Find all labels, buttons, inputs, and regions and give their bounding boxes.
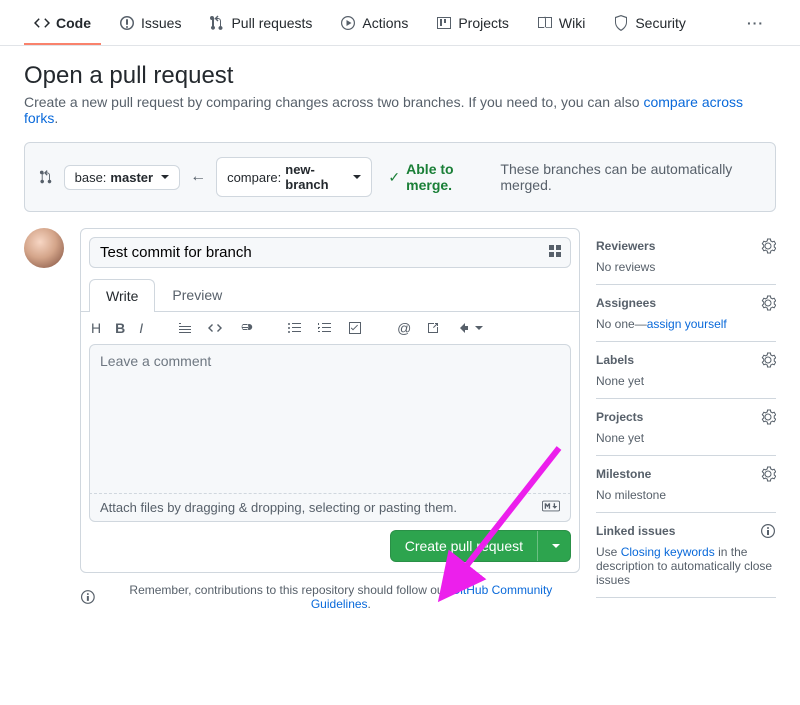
closing-keywords-link[interactable]: Closing keywords — [621, 545, 715, 559]
create-pull-request-button[interactable]: Create pull request — [391, 531, 537, 561]
page-title: Open a pull request — [24, 62, 776, 90]
base-branch-select[interactable]: base: master — [64, 165, 180, 190]
check-icon: ✓ — [388, 169, 400, 186]
task-list-button[interactable] — [347, 320, 363, 336]
arrow-left-icon: ← — [190, 168, 206, 186]
shield-icon — [613, 15, 629, 31]
nav-security[interactable]: Security — [603, 3, 696, 45]
linked-issues-section: Linked issues Use Closing keywords in th… — [596, 513, 776, 598]
saved-replies-button[interactable] — [455, 320, 483, 336]
create-pr-dropdown[interactable] — [537, 531, 570, 561]
milestone-title: Milestone — [596, 467, 651, 481]
gear-icon[interactable] — [760, 295, 776, 311]
compose-box: Write Preview H B I — [80, 228, 580, 573]
italic-button[interactable]: I — [139, 320, 143, 336]
git-compare-icon — [39, 169, 54, 185]
nav-label: Code — [56, 15, 91, 31]
gear-icon[interactable] — [760, 409, 776, 425]
gear-icon[interactable] — [760, 466, 776, 482]
markdown-icon — [542, 500, 560, 515]
branch-comparison-box: base: master ← compare: new-branch ✓ Abl… — [24, 142, 776, 212]
quote-button[interactable] — [177, 320, 193, 336]
info-icon[interactable] — [760, 523, 776, 539]
nav-more[interactable]: ··· — [735, 7, 776, 39]
bold-button[interactable]: B — [115, 320, 125, 336]
nav-label: Issues — [141, 15, 181, 31]
nav-projects[interactable]: Projects — [426, 3, 519, 45]
projects-title: Projects — [596, 410, 643, 424]
linked-issues-title: Linked issues — [596, 524, 675, 538]
labels-title: Labels — [596, 353, 634, 367]
nav-label: Projects — [458, 15, 509, 31]
nav-label: Actions — [362, 15, 408, 31]
nav-label: Wiki — [559, 15, 585, 31]
play-icon — [340, 15, 356, 31]
ordered-list-button[interactable] — [317, 320, 333, 336]
code-icon — [34, 15, 50, 31]
tab-write[interactable]: Write — [89, 279, 155, 312]
info-icon — [80, 589, 96, 605]
user-avatar[interactable] — [24, 228, 64, 268]
unordered-list-button[interactable] — [287, 320, 303, 336]
sidebar: Reviewers No reviews Assignees No one—as… — [596, 228, 776, 598]
nav-actions[interactable]: Actions — [330, 3, 418, 45]
nav-issues[interactable]: Issues — [109, 3, 191, 45]
comment-textarea[interactable]: Leave a comment — [89, 344, 571, 494]
labels-section: Labels None yet — [596, 342, 776, 399]
nav-code[interactable]: Code — [24, 3, 101, 45]
book-icon — [537, 15, 553, 31]
compare-branch-select[interactable]: compare: new-branch — [216, 157, 372, 197]
nav-label: Pull requests — [231, 15, 312, 31]
issue-icon — [119, 15, 135, 31]
contribution-guidelines-note: Remember, contributions to this reposito… — [80, 583, 580, 611]
gear-icon[interactable] — [760, 352, 776, 368]
compose-tabs: Write Preview — [81, 278, 579, 311]
create-pr-button-group: Create pull request — [390, 530, 571, 562]
gear-icon[interactable] — [760, 238, 776, 254]
markdown-toolbar: H B I — [81, 311, 579, 344]
git-pull-request-icon — [209, 15, 225, 31]
assignees-section: Assignees No one—assign yourself — [596, 285, 776, 342]
milestone-section: Milestone No milestone — [596, 456, 776, 513]
assignees-title: Assignees — [596, 296, 656, 310]
cross-reference-button[interactable] — [425, 320, 441, 336]
nav-wiki[interactable]: Wiki — [527, 3, 595, 45]
reviewers-section: Reviewers No reviews — [596, 228, 776, 285]
link-button[interactable] — [237, 320, 253, 336]
projects-section: Projects None yet — [596, 399, 776, 456]
project-icon — [436, 15, 452, 31]
repo-nav: Code Issues Pull requests Actions Projec… — [0, 0, 800, 46]
page-subtitle: Create a new pull request by comparing c… — [24, 94, 776, 126]
assign-yourself-link[interactable]: assign yourself — [647, 317, 727, 331]
tab-preview[interactable]: Preview — [155, 278, 239, 311]
reviewers-title: Reviewers — [596, 239, 655, 253]
main-container: Open a pull request Create a new pull re… — [0, 46, 800, 635]
nav-label: Security — [635, 15, 686, 31]
code-button[interactable] — [207, 320, 223, 336]
pr-title-input[interactable] — [89, 237, 571, 268]
merge-status: ✓ Able to merge. These branches can be a… — [388, 161, 761, 193]
attach-files-row[interactable]: Attach files by dragging & dropping, sel… — [89, 494, 571, 522]
emoji-picker-icon[interactable] — [547, 243, 563, 262]
mention-button[interactable]: @ — [397, 320, 411, 336]
heading-button[interactable]: H — [91, 320, 101, 336]
nav-pull-requests[interactable]: Pull requests — [199, 3, 322, 45]
